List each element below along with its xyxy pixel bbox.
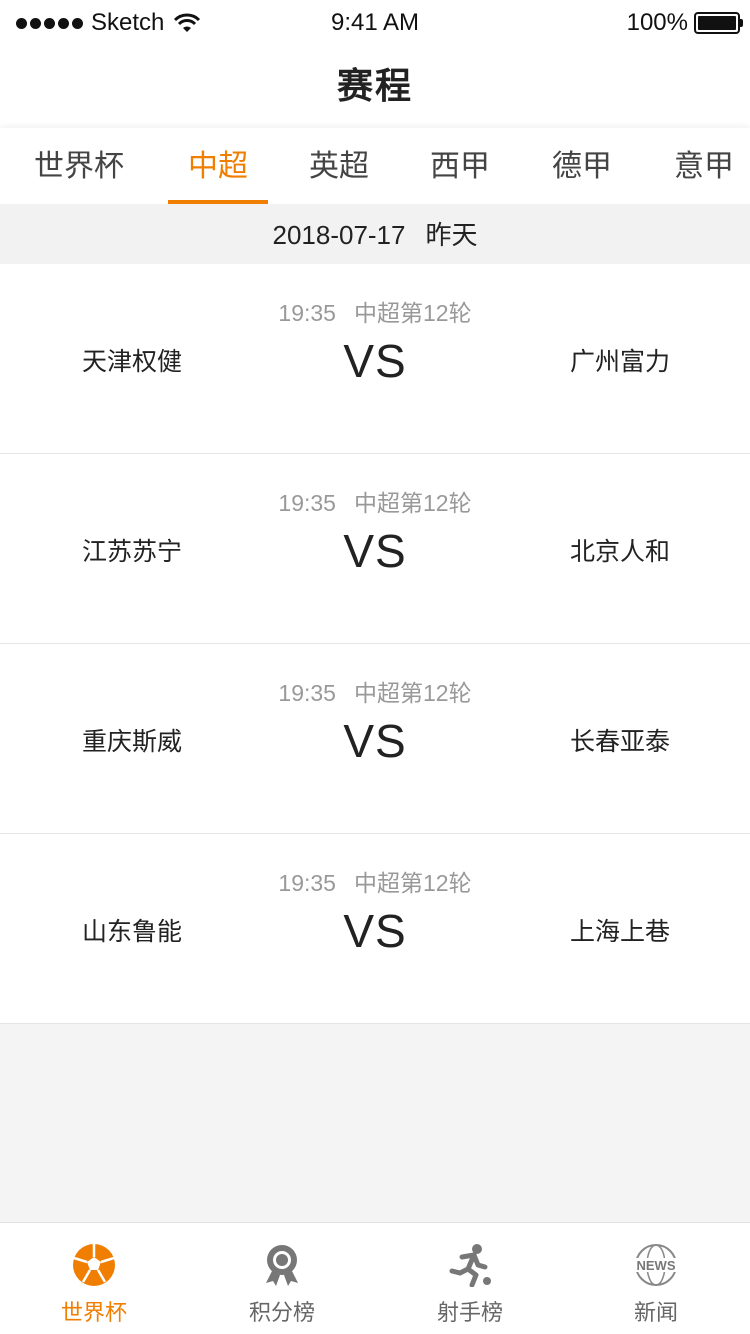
- navigation-bar: 赛程: [0, 44, 750, 128]
- date-header: 2018-07-17 昨天: [0, 204, 750, 264]
- tab-serie-a[interactable]: 意甲: [644, 128, 750, 204]
- runner-icon: [449, 1244, 491, 1287]
- match-round: 中超第12轮: [353, 490, 472, 516]
- news-globe-icon: NEWS: [635, 1244, 677, 1286]
- tab-csl[interactable]: 中超: [158, 128, 278, 204]
- match-time: 19:35: [278, 490, 336, 516]
- svg-text:NEWS: NEWS: [637, 1258, 676, 1273]
- match-meta: 19:35 中超第12轮: [0, 294, 750, 328]
- tabbar-item-news[interactable]: NEWS 新闻: [562, 1223, 750, 1334]
- match-round: 中超第12轮: [353, 680, 472, 706]
- match-time: 19:35: [278, 300, 336, 326]
- match-row[interactable]: 19:35 中超第12轮 江苏苏宁 VS 北京人和: [0, 454, 750, 644]
- tabbar-label: 射手榜: [436, 1300, 503, 1325]
- page-title: 赛程: [336, 65, 413, 106]
- match-meta: 19:35 中超第12轮: [0, 864, 750, 898]
- away-team: 广州富力: [569, 348, 670, 376]
- away-team: 北京人和: [569, 538, 670, 566]
- match-time: 19:35: [278, 680, 336, 706]
- match-row[interactable]: 19:35 中超第12轮 重庆斯威 VS 长春亚泰: [0, 644, 750, 834]
- tabbar-label: 积分榜: [248, 1300, 315, 1325]
- status-bar: Sketch 9:41 AM 100%: [0, 0, 750, 44]
- battery-icon: [694, 12, 743, 34]
- match-round: 中超第12轮: [353, 300, 472, 326]
- tabbar-item-scorers[interactable]: 射手榜: [376, 1223, 564, 1334]
- date-relative: 昨天: [425, 220, 478, 250]
- date-value: 2018-07-17: [272, 220, 406, 250]
- tabbar-label: 新闻: [633, 1300, 678, 1325]
- tabbar-item-standings[interactable]: 积分榜: [188, 1223, 376, 1334]
- match-row[interactable]: 19:35 中超第12轮 天津权健 VS 广州富力: [0, 264, 750, 454]
- medal-icon: [266, 1245, 298, 1286]
- battery-percent: 100%: [626, 9, 688, 36]
- league-tabs: 世界杯 中超 英超 西甲 德甲 意甲: [0, 128, 750, 204]
- match-meta: 19:35 中超第12轮: [0, 484, 750, 518]
- match-list: 19:35 中超第12轮 天津权健 VS 广州富力 19:35 中超第12轮 江苏苏…: [0, 264, 750, 1024]
- tab-bundesliga[interactable]: 德甲: [522, 128, 642, 204]
- match-round: 中超第12轮: [353, 870, 472, 896]
- away-team: 上海上巷: [569, 918, 670, 946]
- tab-premier-league[interactable]: 英超: [279, 128, 399, 204]
- soccer-ball-icon: [73, 1244, 115, 1286]
- match-meta: 19:35 中超第12轮: [0, 674, 750, 708]
- tab-world-cup[interactable]: 世界杯: [19, 128, 139, 204]
- away-team: 长春亚泰: [569, 728, 670, 756]
- bottom-tab-bar: 世界杯 积分榜 射手榜 NEWS 新闻: [0, 1222, 750, 1334]
- match-time: 19:35: [278, 870, 336, 896]
- match-row[interactable]: 19:35 中超第12轮 山东鲁能 VS 上海上巷: [0, 834, 750, 1024]
- tabbar-label: 世界杯: [60, 1300, 127, 1325]
- tabbar-item-world-cup[interactable]: 世界杯: [0, 1223, 188, 1334]
- tab-la-liga[interactable]: 西甲: [400, 128, 520, 204]
- status-right: 100%: [626, 9, 743, 37]
